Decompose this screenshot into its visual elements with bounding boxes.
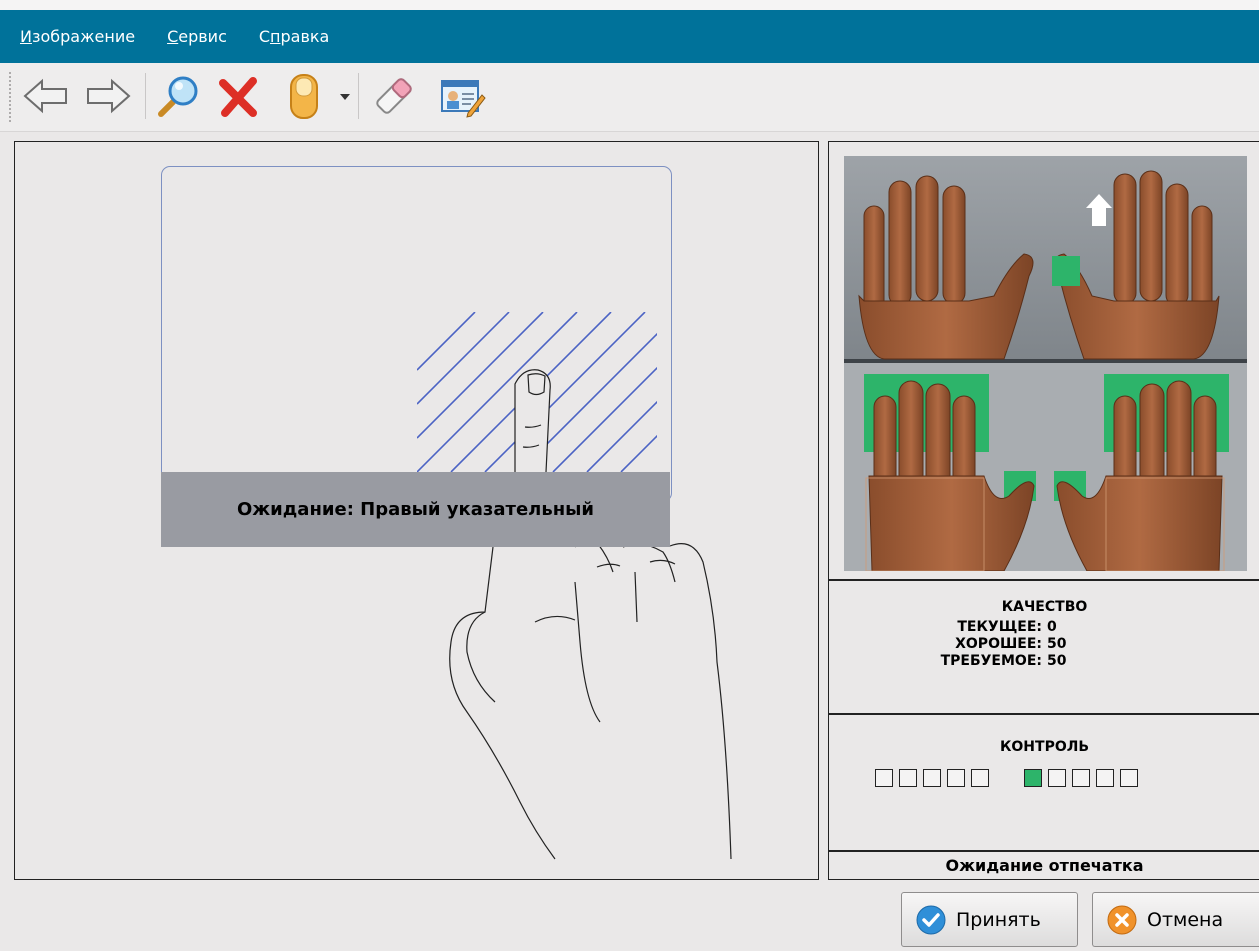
hand-outline [449, 369, 732, 860]
eraser-icon[interactable] [370, 72, 418, 120]
finger-status-box [1096, 769, 1114, 787]
menu-image[interactable]: Изображение [20, 27, 135, 46]
finger-icon[interactable] [280, 72, 328, 120]
checkmark-icon [916, 905, 946, 934]
capture-panel: Ожидание: Правый указательный [14, 141, 819, 880]
toolbar-separator [358, 73, 359, 119]
menu-help-pre: С [258, 27, 271, 46]
quality-values: ТЕКУЩЕЕ: 0 ХОРОШЕЕ: 50 ТРЕБУЕМОЕ: 50 [929, 619, 1067, 670]
menu-image-label: зображение [31, 27, 136, 46]
status-bar: Ожидание отпечатка [828, 850, 1259, 880]
menu-service-label: ервис [178, 27, 227, 46]
capture-status-banner: Ожидание: Правый указательный [161, 472, 670, 547]
menu-service[interactable]: Сервис [167, 27, 227, 46]
hands-diagram [844, 156, 1247, 571]
finger-status-box [971, 769, 989, 787]
magnifier-icon[interactable] [155, 72, 203, 120]
menu-service-accel: С [167, 27, 179, 46]
scan-area-hatch [417, 312, 657, 472]
finger-status-box [899, 769, 917, 787]
quality-current-row: ТЕКУЩЕЕ: 0 [929, 619, 1066, 636]
quality-good-label: ХОРОШЕЕ: [955, 636, 1042, 652]
accept-button[interactable]: Принять [901, 892, 1078, 947]
quality-current-value: 0 [1047, 619, 1057, 635]
menu-bar: Изображение Сервис Справка [0, 10, 1259, 63]
back-arrow-icon[interactable] [22, 72, 70, 120]
menu-help-label: равка [280, 27, 330, 46]
finger-status-box [923, 769, 941, 787]
quality-required-label: ТРЕБУЕМОЕ: [940, 653, 1042, 669]
forward-arrow-icon[interactable] [84, 72, 132, 120]
accept-button-label: Принять [956, 908, 1041, 931]
menu-help-accel: п [270, 27, 281, 46]
finger-status-box [875, 769, 893, 787]
cancel-x-icon [1107, 905, 1137, 934]
cancel-button-label: Отмена [1147, 908, 1224, 931]
toolbar-grip[interactable] [8, 71, 12, 123]
finger-status-box [947, 769, 965, 787]
right-thumb-marker [1052, 256, 1080, 286]
window-top-strip [0, 0, 1259, 10]
toolbar-separator [145, 73, 146, 119]
id-card-edit-icon[interactable] [438, 72, 486, 120]
toolbar [0, 63, 1259, 132]
finger-status-box [1072, 769, 1090, 787]
menu-help[interactable]: Справка [259, 27, 330, 46]
control-panel: КОНТРОЛЬ [828, 713, 1259, 852]
capture-status-text: Ожидание: Правый указательный [236, 499, 595, 520]
quality-required-value: 50 [1047, 653, 1067, 669]
quality-current-label: ТЕКУЩЕЕ: [957, 619, 1042, 635]
control-title: КОНТРОЛЬ [999, 739, 1090, 755]
cancel-button[interactable]: Отмена [1092, 892, 1259, 947]
delete-x-icon[interactable] [216, 72, 264, 120]
finger-status-box [1024, 769, 1042, 787]
hands-panel [828, 141, 1259, 581]
quality-required-row: ТРЕБУЕМОЕ: 50 [929, 653, 1067, 670]
quality-panel: КАЧЕСТВО ТЕКУЩЕЕ: 0 ХОРОШЕЕ: 50 ТРЕБУЕМО… [828, 579, 1259, 715]
menu-image-accel: И [20, 27, 32, 46]
quality-good-row: ХОРОШЕЕ: 50 [929, 636, 1066, 653]
finger-status-box [1048, 769, 1066, 787]
finger-status-box [1120, 769, 1138, 787]
quality-title: КАЧЕСТВО [1001, 599, 1088, 615]
status-bar-text: Ожидание отпечатка [945, 855, 1144, 875]
dropdown-arrow-icon[interactable] [338, 90, 352, 104]
finger-status-boxes [875, 769, 1144, 787]
quality-good-value: 50 [1047, 636, 1067, 652]
